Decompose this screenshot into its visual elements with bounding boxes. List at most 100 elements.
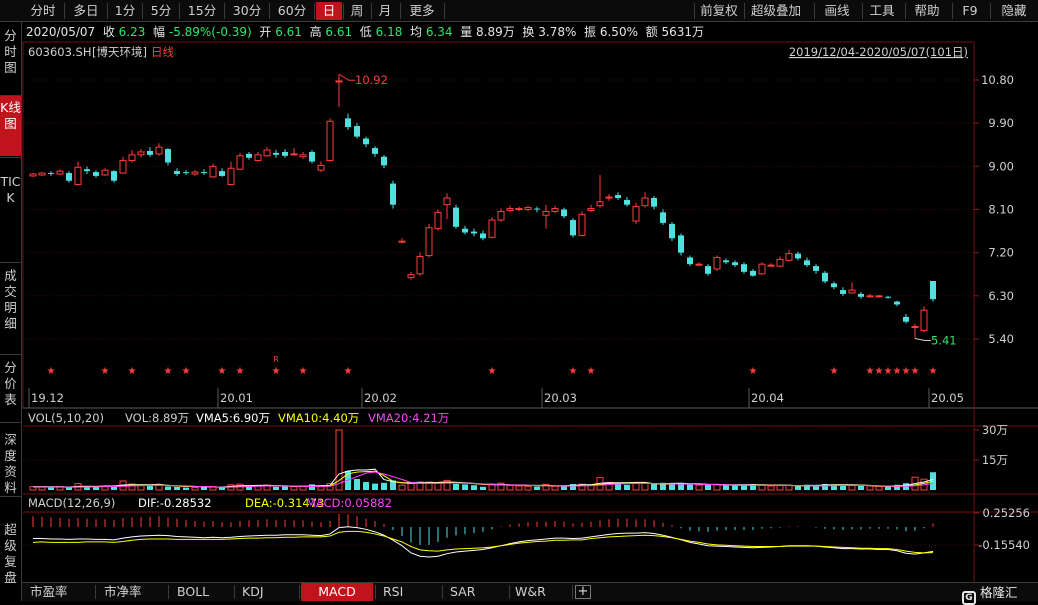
tab-pe[interactable]: 市盈率: [30, 583, 94, 601]
event-star-icon[interactable]: ★: [875, 366, 884, 377]
candle-body: [128, 154, 136, 162]
volume-bar: [372, 483, 378, 490]
candle-body: [227, 167, 235, 186]
candle-body: [785, 253, 793, 261]
volume-bar: [758, 484, 766, 491]
candle-body: [434, 211, 442, 230]
price-panel-frame: [22, 41, 975, 409]
logo-icon: G: [962, 591, 976, 605]
event-star-icon[interactable]: ★: [128, 366, 137, 377]
tab-pb[interactable]: 市净率: [104, 583, 168, 601]
event-star-icon[interactable]: ★: [344, 366, 353, 377]
date-tick-label: 19.12: [31, 391, 64, 405]
event-star-icon[interactable]: ★: [569, 366, 578, 377]
volume-bar: [480, 486, 486, 490]
event-star-icon[interactable]: ★: [272, 366, 281, 377]
candle-body: [831, 283, 837, 288]
price-tick-label: 8.10: [988, 203, 1014, 217]
candle-body: [480, 233, 486, 239]
event-star-icon[interactable]: ★: [893, 366, 902, 377]
vol-tick-label: 30万: [982, 423, 1008, 437]
event-star-icon[interactable]: ★: [830, 366, 839, 377]
candle-body: [750, 270, 756, 276]
price-annotations: 10.92 5.41: [338, 73, 957, 348]
event-star-icon[interactable]: ★: [911, 366, 920, 377]
volume-bar: [624, 484, 630, 490]
candle-body: [894, 301, 900, 305]
tab-rsi[interactable]: RSI: [383, 583, 439, 601]
volume-bar: [434, 482, 442, 491]
event-star-icon[interactable]: ★: [218, 366, 227, 377]
candle-body: [335, 80, 343, 83]
candle-body: [542, 210, 550, 216]
volume-bar: [695, 484, 703, 491]
volume-bar: [462, 484, 468, 490]
candle-body: [615, 195, 621, 198]
volume-bar: [632, 483, 640, 491]
event-star-icon[interactable]: ★: [299, 366, 308, 377]
tab-boll[interactable]: BOLL: [177, 583, 237, 601]
volume-bar: [453, 484, 459, 490]
volume-bar: [165, 486, 171, 490]
stock-code: 603603.SH: [28, 45, 92, 59]
candle-body: [219, 171, 225, 176]
tab-wr[interactable]: W&R: [515, 583, 571, 601]
dif-value: DIF:-0.28532: [138, 496, 212, 510]
volume-bar: [273, 486, 279, 490]
candle-body: [101, 169, 109, 176]
candle-body: [345, 118, 351, 128]
candle-body: [299, 154, 307, 158]
stock-name: [博天环境]: [92, 45, 147, 59]
indicator-tabs: 市盈率 市净率 BOLL KDJ MACD RSI SAR W&R + G 格隆…: [22, 582, 1038, 605]
candle-body: [497, 210, 505, 221]
candle-body: [48, 173, 54, 175]
add-indicator-icon[interactable]: +: [575, 585, 591, 599]
event-star-icon[interactable]: ★: [164, 366, 173, 377]
volume-bar: [534, 486, 540, 490]
candle-body: [209, 165, 217, 178]
tab-sar[interactable]: SAR: [450, 583, 506, 601]
event-star-icon[interactable]: ★: [47, 366, 56, 377]
candle-body: [462, 228, 468, 233]
volume-bar: [147, 486, 153, 490]
event-star-icon[interactable]: ★: [488, 366, 497, 377]
tab-macd[interactable]: MACD: [301, 583, 373, 601]
event-star-icon[interactable]: ★: [902, 366, 911, 377]
vma20-line: [33, 471, 934, 488]
event-star-icon[interactable]: ★: [182, 366, 191, 377]
volume-bar: [381, 482, 387, 490]
volume-bar: [290, 486, 298, 491]
volume-bar: [885, 486, 891, 490]
volume-bar: [641, 482, 649, 491]
event-star-icon[interactable]: ★: [236, 366, 245, 377]
candle-body: [254, 154, 262, 162]
candle-body: [875, 295, 883, 298]
volume-bar: [111, 487, 117, 490]
price-tick-label: 10.80: [981, 73, 1014, 87]
event-star-icon[interactable]: ★: [866, 366, 875, 377]
event-star-icon[interactable]: ★: [929, 366, 938, 377]
candle-body: [137, 151, 145, 156]
candle-body: [381, 156, 387, 166]
kline-chart[interactable]: 603603.SH [博天环境] 日线 2019/12/04-2020/05/0…: [0, 0, 1038, 582]
candle-body: [147, 150, 153, 155]
volume-bar: [363, 482, 369, 490]
date-range: 2019/12/04-2020/05/07(101日): [789, 45, 968, 59]
volume-bar: [66, 487, 72, 490]
volume-bar: [471, 485, 477, 490]
candle-body: [29, 173, 37, 177]
candle-body: [903, 316, 909, 322]
volume-bar: [137, 485, 145, 491]
tab-kdj[interactable]: KDJ: [242, 583, 298, 601]
candle-body: [354, 126, 360, 137]
macd-tick-label: -0.15540: [978, 538, 1030, 552]
candle-body: [911, 326, 919, 329]
event-star-icon[interactable]: ★: [749, 366, 758, 377]
event-star-icon[interactable]: ★: [587, 366, 596, 377]
r-marker: R: [273, 355, 279, 364]
event-star-icon[interactable]: ★: [101, 366, 110, 377]
vma20-value: VMA20:4.21万: [368, 411, 449, 425]
vol-axis-ticks: 30万 15万: [23, 423, 1008, 467]
candle-body: [407, 274, 415, 279]
event-star-icon[interactable]: ★: [884, 366, 893, 377]
